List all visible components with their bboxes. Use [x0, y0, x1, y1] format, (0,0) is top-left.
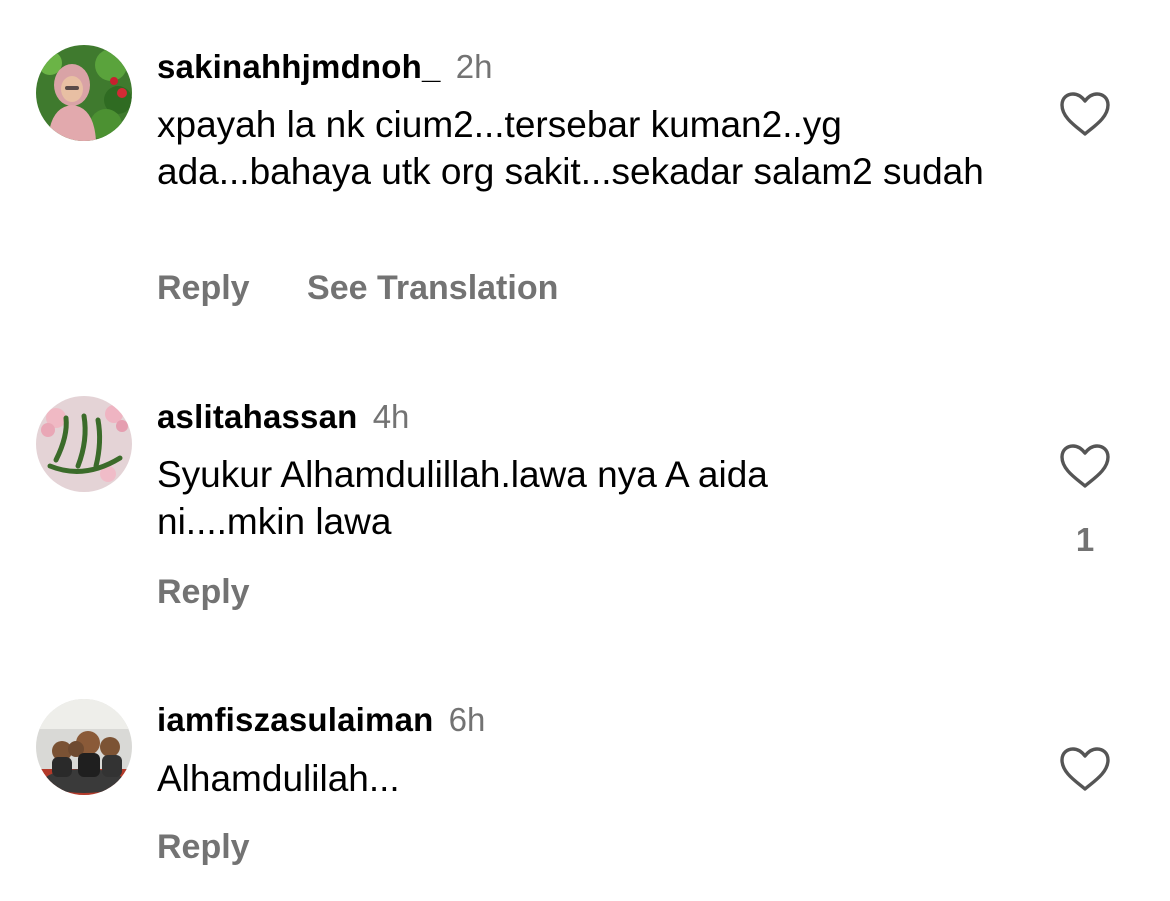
reply-button[interactable]: Reply: [157, 828, 250, 866]
timestamp: 6h: [448, 701, 486, 738]
comment-item: iamfiszasulaiman 6h Alhamdulilah... Repl…: [0, 0, 1170, 901]
username[interactable]: iamfiszasulaiman: [157, 701, 433, 738]
avatar[interactable]: [36, 699, 132, 795]
comment-actions: Reply: [157, 827, 250, 867]
comment-text: Alhamdulilah...: [157, 758, 400, 799]
comment-meta: iamfiszasulaiman 6h: [157, 700, 485, 740]
heart-icon[interactable]: [1059, 746, 1111, 792]
